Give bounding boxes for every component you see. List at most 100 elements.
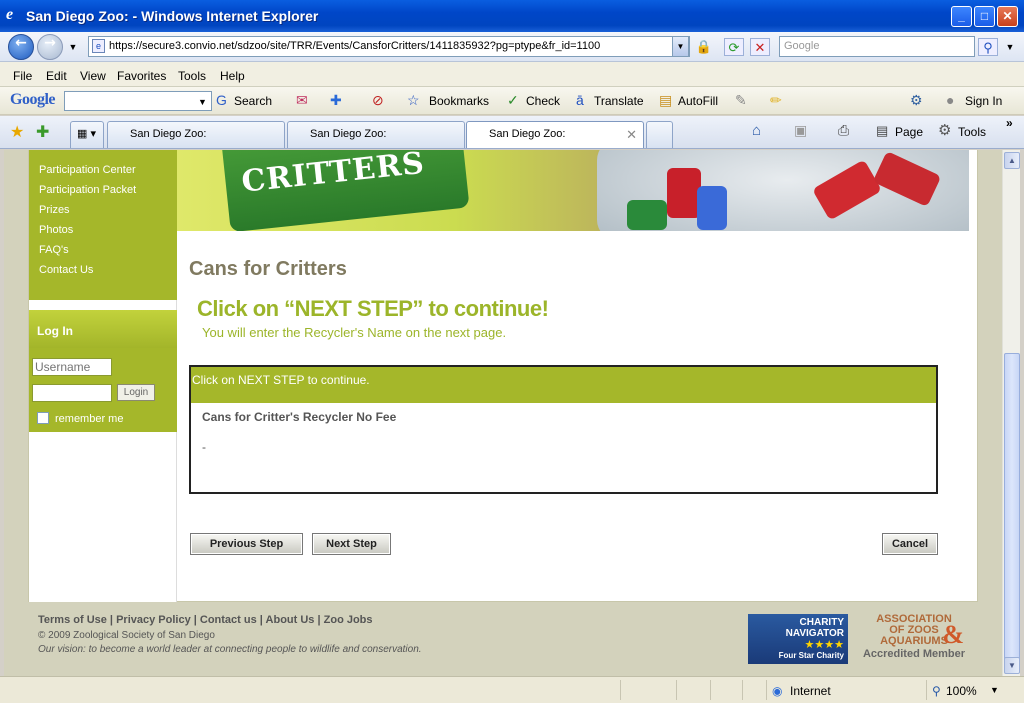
autofill-button[interactable]: AutoFill (678, 94, 718, 108)
username-input[interactable] (32, 358, 112, 376)
footer-link-privacy[interactable]: Privacy Policy (116, 614, 191, 626)
page-menu-icon: ▤ (876, 123, 889, 138)
google-logo: Google (10, 91, 56, 108)
status-divider (620, 680, 621, 700)
status-divider (766, 680, 767, 700)
recent-pages-dropdown-icon[interactable]: ▼ (63, 38, 83, 56)
quick-tabs-button[interactable]: ▦ ▾ (70, 121, 104, 148)
menu-tools[interactable]: Tools (178, 69, 206, 83)
footer-link-contact[interactable]: Contact us (200, 614, 257, 626)
login-heading: Log In (29, 310, 177, 348)
title-bar: e San Diego Zoo: - Windows Internet Expl… (0, 0, 1024, 32)
minimize-button[interactable]: _ (951, 6, 972, 27)
menu-favorites[interactable]: Favorites (117, 69, 166, 83)
new-tab-button[interactable] (646, 121, 673, 148)
next-step-callout: Click on “NEXT STEP” to continue! (197, 296, 549, 321)
page-menu[interactable]: Page (895, 125, 923, 139)
previous-step-button[interactable]: Previous Step (190, 533, 303, 555)
registration-option: Cans for Critter's Recycler No Fee (202, 410, 397, 424)
menu-edit[interactable]: Edit (46, 69, 67, 83)
settings-wrench-icon[interactable]: ⚙ (910, 92, 923, 108)
translate-icon[interactable]: ā (576, 92, 584, 108)
url-input[interactable]: e https://secure3.convio.net/sdzoo/site/… (88, 36, 690, 57)
home-icon[interactable]: ⌂ (752, 122, 761, 139)
autofill-icon[interactable]: ▤ (659, 92, 672, 108)
status-divider (710, 680, 711, 700)
tab-3-active[interactable]: San Diego Zoo: ✕ (466, 121, 644, 148)
sidebar-item-contact-us[interactable]: Contact Us (39, 264, 93, 276)
feeds-icon[interactable]: ▣ (794, 122, 807, 139)
star-bookmark-icon[interactable]: ☆ (407, 92, 420, 108)
red-can-graphic (667, 168, 701, 218)
status-divider (676, 680, 677, 700)
google-search-input[interactable] (64, 91, 212, 111)
sidebar-item-participation-center[interactable]: Participation Center (39, 164, 136, 176)
charity-line2: NAVIGATOR (785, 628, 844, 639)
zoom-icon[interactable]: ⚲ (932, 684, 941, 698)
remember-me-checkbox[interactable] (37, 412, 49, 424)
aza-logo[interactable]: ASSOCIATION OF ZOOS AQUARIUMS & Accredit… (858, 614, 970, 660)
popup-blocker-icon[interactable]: ⊘ (372, 92, 384, 108)
favorites-star-icon[interactable]: ★ (10, 122, 24, 142)
translate-button[interactable]: Translate (594, 94, 644, 108)
zoom-level[interactable]: 100% (946, 684, 977, 698)
sidebar-item-prizes[interactable]: Prizes (39, 204, 70, 216)
charity-navigator-logo[interactable]: CHARITY NAVIGATOR ★★★★ Four Star Charity (748, 614, 848, 664)
sign-in-button[interactable]: Sign In (965, 94, 1002, 108)
tab-2[interactable]: San Diego Zoo: (287, 121, 465, 148)
menu-view[interactable]: View (80, 69, 106, 83)
page-title: Cans for Critters (189, 258, 347, 280)
spellcheck-icon[interactable]: ✓ (507, 92, 519, 108)
tools-menu[interactable]: Tools (958, 125, 986, 139)
check-button[interactable]: Check (526, 94, 560, 108)
page-icon: e (92, 39, 105, 53)
back-button[interactable]: ← (8, 34, 34, 60)
search-icon[interactable]: ⚲ (978, 38, 998, 56)
footer-link-about[interactable]: About Us (266, 614, 315, 626)
tab-bar: ★ ✚ ▦ ▾ San Diego Zoo: San Diego Zoo: Sa… (0, 116, 1024, 149)
page-container: Participation Center Participation Packe… (28, 150, 978, 602)
scroll-up-icon[interactable]: ▲ (1004, 152, 1020, 169)
refresh-icon[interactable]: ⟳ (724, 38, 744, 56)
maximize-button[interactable]: □ (974, 6, 995, 27)
forward-button[interactable]: → (37, 34, 63, 60)
login-button[interactable]: Login (117, 384, 155, 401)
google-search-dropdown-icon[interactable]: ▼ (198, 94, 207, 110)
sidebar-item-photos[interactable]: Photos (39, 224, 73, 236)
sidebar-item-faqs[interactable]: FAQ's (39, 244, 69, 256)
lock-icon[interactable]: 🔒 (694, 38, 714, 56)
password-input[interactable] (32, 384, 112, 402)
charity-line1: CHARITY (799, 617, 844, 628)
blue-can-graphic (697, 186, 727, 230)
chevron-more-icon[interactable]: » (1006, 116, 1013, 130)
internet-zone-icon: ◉ (772, 684, 783, 698)
footer-link-terms[interactable]: Terms of Use (38, 614, 107, 626)
google-search-icon[interactable]: G (216, 92, 227, 108)
tab-close-icon[interactable]: ✕ (626, 122, 637, 147)
menu-file[interactable]: File (13, 69, 32, 83)
scroll-thumb[interactable] (1004, 353, 1020, 671)
close-button[interactable]: ✕ (997, 6, 1018, 27)
cancel-button[interactable]: Cancel (882, 533, 938, 555)
print-icon[interactable]: ⎙ (838, 122, 849, 139)
highlight-icon[interactable]: ✏ (770, 92, 782, 108)
tab-1[interactable]: San Diego Zoo: (107, 121, 285, 148)
gmail-icon[interactable]: ✉ (296, 92, 308, 108)
search-options-icon[interactable]: ▼ (1000, 38, 1020, 56)
footer-link-jobs[interactable]: Zoo Jobs (324, 614, 373, 626)
vertical-scrollbar[interactable]: ▲ ▼ (1002, 150, 1020, 676)
sidebar-item-participation-packet[interactable]: Participation Packet (39, 184, 136, 196)
zoom-dropdown-icon[interactable]: ▼ (990, 685, 999, 695)
google-search-button[interactable]: Search (234, 94, 272, 108)
menu-help[interactable]: Help (220, 69, 245, 83)
url-dropdown-icon[interactable]: ▼ (672, 36, 689, 57)
search-input[interactable]: Google (779, 36, 975, 57)
sign-in-icon[interactable]: ● (946, 92, 954, 108)
next-step-button[interactable]: Next Step (312, 533, 391, 555)
scroll-down-icon[interactable]: ▼ (1004, 657, 1020, 674)
add-button-icon[interactable]: ✚ (330, 92, 342, 108)
add-favorites-icon[interactable]: ✚ (36, 122, 49, 142)
stop-icon[interactable]: ✕ (750, 38, 770, 56)
bookmarks-button[interactable]: Bookmarks (429, 94, 489, 108)
wrench-tools-icon[interactable]: ✎ (735, 92, 747, 108)
